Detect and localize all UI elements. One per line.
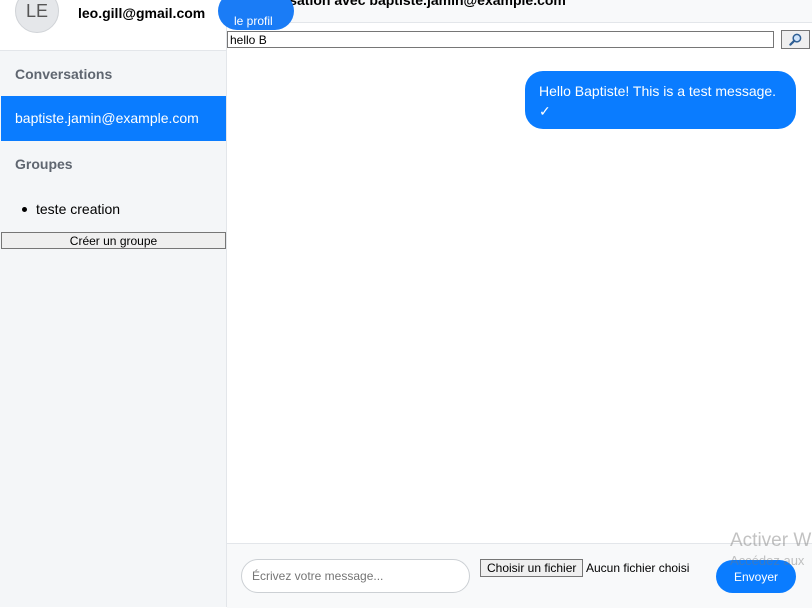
avatar[interactable]: LE: [15, 0, 59, 33]
message-status-check: ✓: [539, 103, 551, 119]
group-item[interactable]: teste creation: [22, 201, 120, 217]
conversation-item-active[interactable]: baptiste.jamin@example.com: [1, 96, 226, 141]
bullet-icon: [22, 207, 27, 212]
file-choose-button[interactable]: Choisir un fichier: [480, 559, 584, 577]
create-group-button[interactable]: Créer un groupe: [1, 232, 226, 249]
profile-button[interactable]: le profil: [218, 0, 294, 30]
group-label: teste creation: [36, 201, 121, 217]
magnifier-icon: [789, 33, 802, 46]
conversation-header: Conversation avec baptiste.jamin@example…: [227, 0, 812, 23]
message-input[interactable]: [241, 559, 470, 593]
message-bubble-sent: Hello Baptiste! This is a test message. …: [525, 71, 796, 129]
conversations-heading: Conversations: [15, 66, 113, 82]
messages-area: Hello Baptiste! This is a test message. …: [227, 50, 812, 543]
composer: Choisir un fichier Aucun fichier choisi …: [227, 543, 812, 608]
file-status: Aucun fichier choisi: [586, 561, 690, 575]
avatar-initials: LE: [25, 0, 49, 21]
groups-heading: Groupes: [15, 156, 73, 172]
send-button[interactable]: Envoyer: [716, 560, 796, 593]
user-email: leo.gill@gmail.com: [78, 5, 206, 21]
search-input[interactable]: [227, 31, 774, 48]
conversation-label: baptiste.jamin@example.com: [15, 110, 199, 126]
profile-header: LE leo.gill@gmail.com: [0, 0, 226, 51]
group-list: teste creation: [22, 201, 120, 217]
sidebar: LE leo.gill@gmail.com Conversations bapt…: [0, 0, 227, 607]
message-text: Hello Baptiste! This is a test message.: [539, 83, 777, 99]
search-button[interactable]: [781, 30, 810, 49]
